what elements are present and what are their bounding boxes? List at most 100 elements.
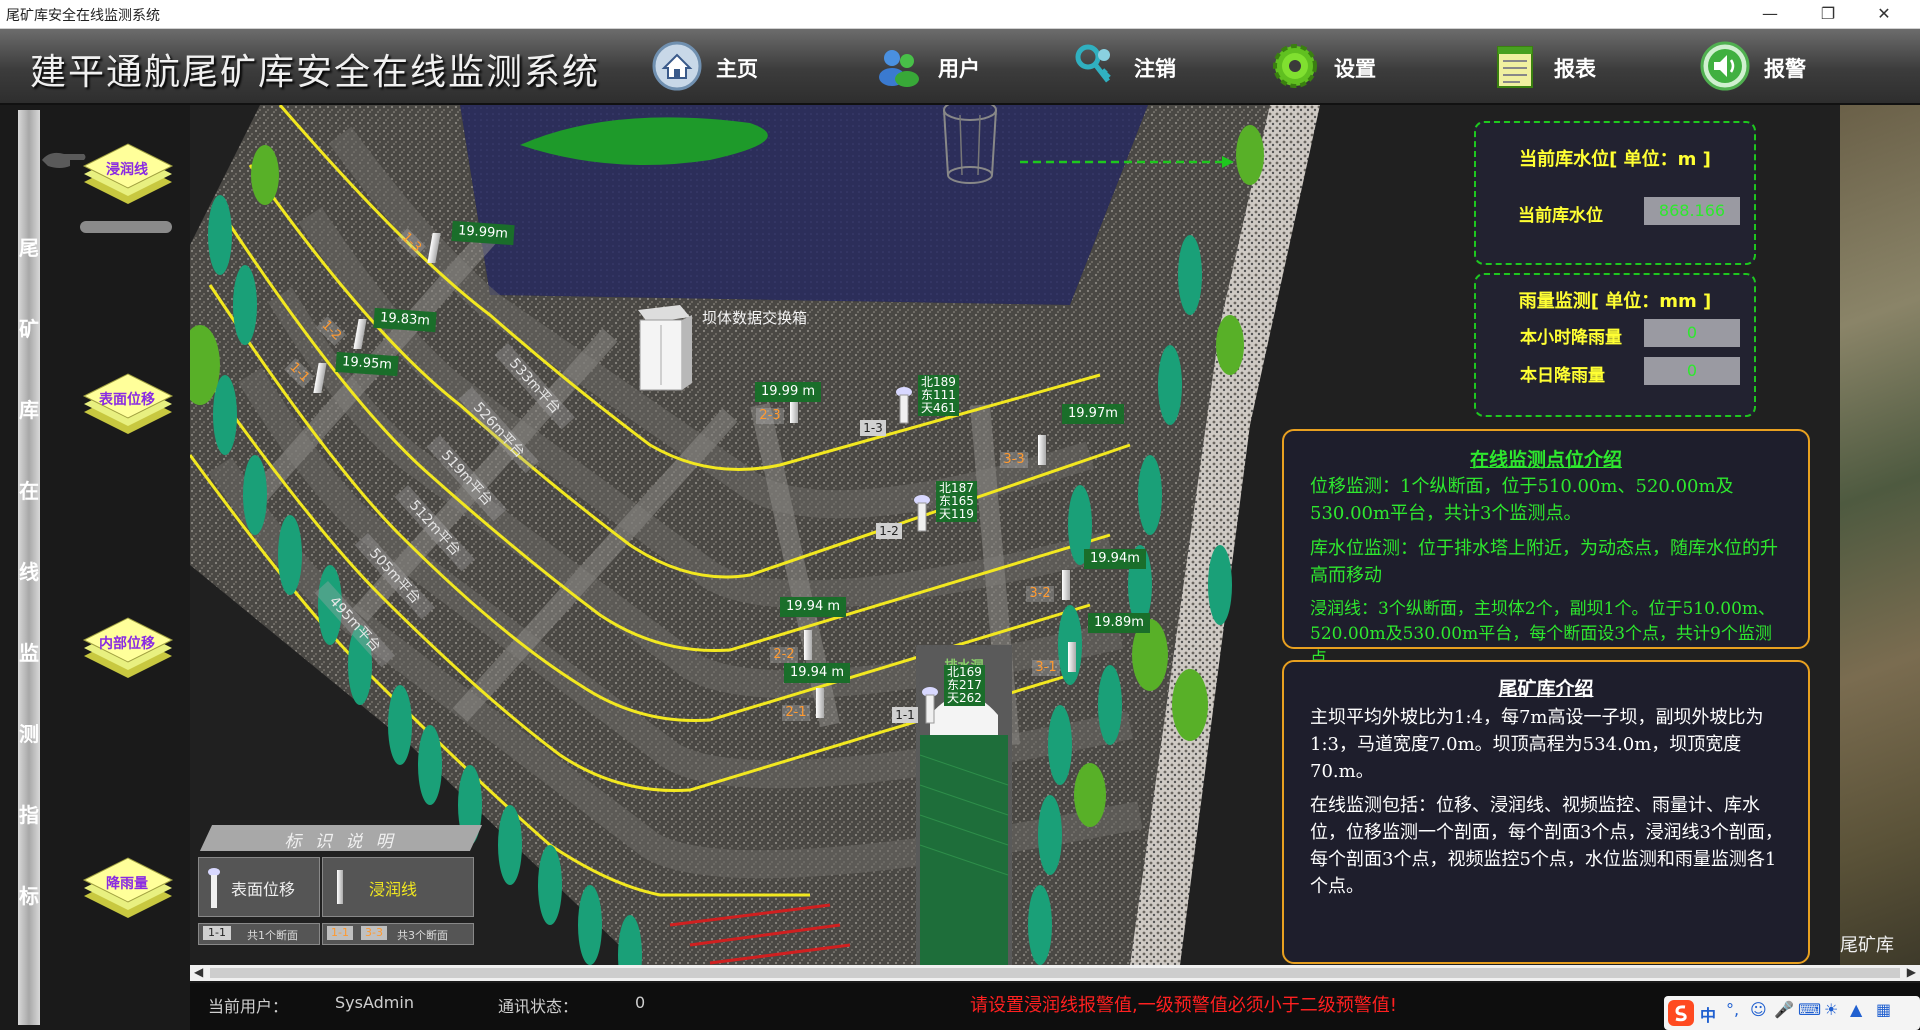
nav-home-label: 主页	[716, 57, 758, 81]
tailings-intro: 尾矿库介绍 主坝平均外坡比为1:4，每7m高设一子坝，副坝外坡比为1:3，马道宽…	[1282, 660, 1810, 964]
nav-users-label: 用户	[938, 57, 980, 81]
ime-skin-icon[interactable]: ☀	[1824, 1000, 1838, 1019]
sidebar-internal-displacement-button[interactable]: 内部位移	[78, 612, 176, 682]
displacement-up: 天119	[939, 507, 974, 521]
sidebar-surface-displacement-button[interactable]: 表面位移	[78, 368, 176, 438]
tailings-intro-paragraph: 主坝平均外坡比为1:4，每7m高设一子坝，副坝外坡比为1:3，马道宽度7.0m。…	[1310, 707, 1764, 782]
rainfall-panel: 雨量监测[ 单位：mm ] 本小时降雨量 0 本日降雨量 0	[1474, 273, 1756, 417]
water-level-label: 当前库水位	[1518, 206, 1603, 226]
sidebar-title-char: 监	[19, 641, 39, 665]
sidebar-internal-displacement-label: 内部位移	[99, 636, 155, 652]
gnss-marker-icon[interactable]	[920, 685, 940, 725]
legend-note: 共3个断面	[397, 929, 448, 942]
rainfall-title: 雨量监测[ 单位：mm ]	[1518, 291, 1712, 312]
rainfall-hour-value: 0	[1644, 319, 1740, 347]
rainfall-hour-label: 本小时降雨量	[1520, 328, 1622, 348]
scroll-left-icon[interactable]: ◀	[194, 965, 203, 979]
scroll-right-icon[interactable]: ▶	[1907, 965, 1916, 979]
legend-tag: 1-1	[327, 926, 353, 940]
nav-logout-label: 注销	[1134, 57, 1176, 81]
piezometer-reading: 19.94m	[1084, 549, 1146, 569]
gnss-marker-icon	[208, 868, 220, 908]
minimize-icon[interactable]: —	[1752, 2, 1788, 26]
sidebar-rainfall-label: 降雨量	[106, 876, 148, 892]
window-title: 尾矿库安全在线监测系统	[6, 8, 160, 24]
satellite-thumbnail[interactable]: 尾矿库	[1840, 105, 1920, 965]
piezometer-tag: 2-2	[770, 647, 798, 663]
rainfall-day-label: 本日降雨量	[1520, 366, 1605, 386]
ime-grid-icon[interactable]: ▦	[1876, 1000, 1891, 1019]
current-user-label: 当前用户：	[208, 997, 289, 1016]
displacement-up: 天262	[947, 691, 982, 705]
nav-report-label: 报表	[1554, 57, 1596, 81]
close-icon[interactable]: ✕	[1866, 2, 1902, 26]
nav-settings-label: 设置	[1334, 57, 1376, 81]
piezometer-pipe-icon[interactable]	[1062, 570, 1070, 600]
displacement-up: 天461	[921, 401, 956, 415]
piezometer-tag: 2-3	[756, 408, 784, 424]
sidebar-scroll-indicator	[80, 221, 172, 233]
piezometer-pipe-icon[interactable]	[1038, 435, 1046, 465]
water-level-title: 当前库水位[ 单位：m ]	[1519, 149, 1711, 170]
tailings-intro-paragraph: 在线监测包括：位移、浸润线、视频监控、雨量计、库水位，位移监测一个剖面，每个剖面…	[1310, 795, 1783, 897]
sidebar-seepage-button[interactable]: 浸润线	[78, 138, 176, 208]
sidebar-title-char: 线	[19, 560, 39, 584]
piezometer-tag: 3-1	[1032, 660, 1060, 676]
monitoring-points-paragraph: 库水位监测：位于排水塔上附近，为动态点，随库水位的升高而移动	[1310, 538, 1778, 586]
report-notepad-icon	[1497, 46, 1533, 88]
ime-keyboard-icon[interactable]: ⌨	[1798, 1000, 1821, 1019]
piezometer-reading: 19.94 m	[784, 663, 851, 683]
piezometer-tag: 3-3	[1000, 452, 1028, 468]
piezometer-pipe-icon[interactable]	[804, 630, 812, 660]
sidebar-title-char: 尾	[19, 236, 39, 260]
ime-logo-icon[interactable]	[1668, 1000, 1694, 1026]
ime-toolbar[interactable]: 中 °, ☺ 🎤 ⌨ ☀ ▲ ▦	[1664, 996, 1920, 1030]
speaker-alarm-icon	[1700, 41, 1750, 91]
ime-voice-icon[interactable]: 🎤	[1774, 1000, 1794, 1019]
sidebar-title-char: 指	[19, 803, 39, 827]
home-icon	[652, 41, 702, 91]
ime-shirt-icon[interactable]: ▲	[1850, 1000, 1862, 1019]
scrollbar-thumb[interactable]	[210, 968, 1900, 978]
logout-key-icon	[1075, 44, 1111, 83]
monitoring-points-title: 在线监测点位介绍	[1469, 449, 1622, 471]
monitoring-points-intro: 在线监测点位介绍 位移监测：1个纵断面，位于510.00m、520.00m及53…	[1282, 429, 1810, 669]
piezometer-reading: 19.83m	[373, 307, 437, 333]
ime-punct-icon[interactable]: °,	[1726, 1000, 1739, 1019]
sidebar-title-char: 标	[19, 884, 39, 908]
piezometer-reading: 19.89m	[1088, 613, 1150, 633]
monitoring-points-paragraph: 位移监测：1个纵断面，位于510.00m、520.00m及530.00m平台，共…	[1310, 476, 1734, 524]
alert-message: 请设置浸润线报警值,一级预警值必须小于二级预警值!	[970, 995, 1397, 1016]
sidebar-surface-displacement-label: 表面位移	[99, 392, 155, 408]
piezometer-pipe-icon[interactable]	[1068, 642, 1076, 672]
gear-icon	[1273, 44, 1317, 88]
sidebar-rainfall-button[interactable]: 降雨量	[78, 852, 176, 922]
restore-icon[interactable]: ❐	[1810, 2, 1846, 26]
gnss-marker-icon[interactable]	[912, 493, 932, 533]
sidebar-title-char: 矿	[19, 317, 39, 341]
sidebar-title-char: 库	[19, 398, 39, 422]
piezometer-reading: 19.95m	[335, 351, 399, 377]
ime-emoji-icon[interactable]: ☺	[1750, 1000, 1767, 1019]
legend-seepage-label: 浸润线	[369, 880, 418, 899]
piezometer-pipe-icon[interactable]	[816, 688, 824, 718]
displacement-tag: 1-1	[892, 707, 918, 723]
piezometer-reading: 19.99m	[451, 220, 515, 246]
legend-surface-label: 表面位移	[231, 880, 296, 899]
water-level-value: 868.166	[1644, 197, 1740, 225]
legend-seepage-cell: 浸润线	[322, 857, 474, 917]
comm-status-label: 通讯状态：	[498, 997, 579, 1016]
gnss-marker-icon[interactable]	[894, 385, 914, 425]
legend-title: 标 识 说 明	[284, 832, 397, 852]
displacement-tag: 1-2	[876, 523, 902, 539]
status-bar: 当前用户： SysAdmin 通讯状态： 0 请设置浸润线报警值,一级预警值必须…	[190, 983, 1920, 1030]
ime-mode-icon[interactable]: 中	[1700, 1002, 1716, 1026]
displacement-readout: 北189 东111 天461	[918, 375, 959, 416]
horizontal-scrollbar[interactable]: ◀ ▶	[190, 965, 1920, 981]
legend-note: 共1个断面	[247, 929, 298, 942]
displacement-readout: 北169 东217 天262	[944, 665, 985, 706]
nav-alarm-label: 报警	[1764, 57, 1806, 81]
legend-seepage-note: 1-1 3-3 共3个断面	[322, 923, 474, 945]
rainfall-day-value: 0	[1644, 357, 1740, 385]
tailings-intro-title: 尾矿库介绍	[1498, 678, 1594, 700]
